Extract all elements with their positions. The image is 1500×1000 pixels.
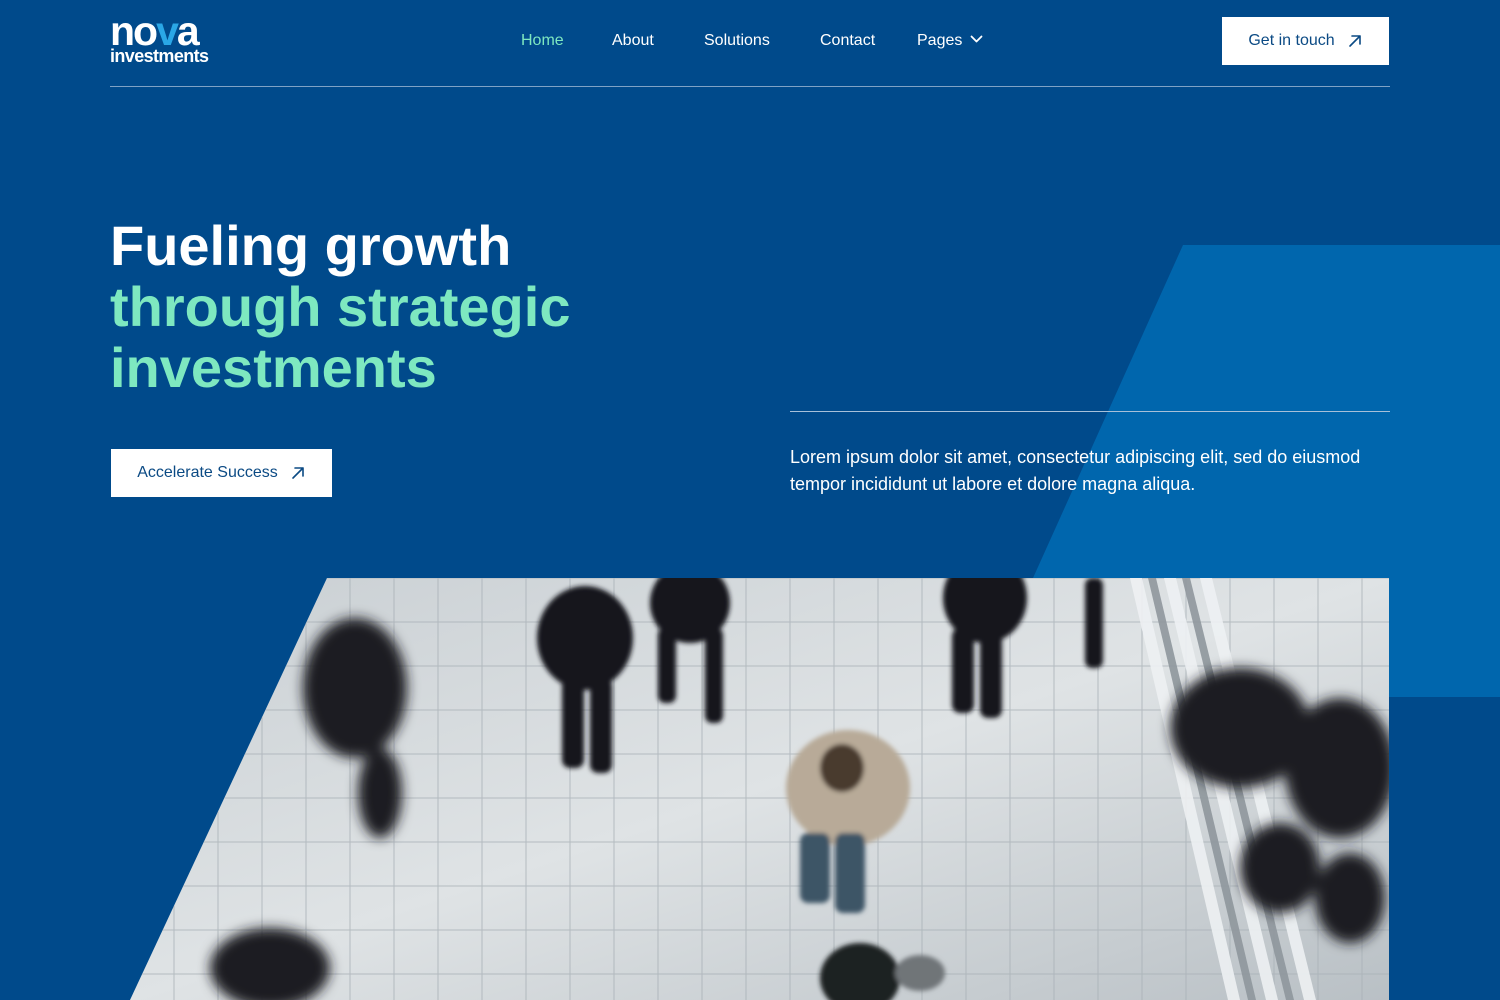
accelerate-success-label: Accelerate Success <box>137 464 278 481</box>
chevron-down-icon <box>970 35 983 43</box>
arrow-up-right-icon <box>1348 35 1361 47</box>
hero-title: Fueling growth through strategic investm… <box>110 215 570 398</box>
logo-subtitle: investments <box>110 46 209 66</box>
hero-divider <box>790 411 1390 412</box>
nav-item-home[interactable]: Home <box>521 32 564 50</box>
nav-item-contact[interactable]: Contact <box>820 32 875 50</box>
hero-title-line-3: investments <box>110 336 437 399</box>
nav-item-solutions[interactable]: Solutions <box>704 32 770 50</box>
hero-title-line-2: through strategic <box>110 275 571 338</box>
header-divider <box>110 86 1390 87</box>
arrow-up-right-icon <box>291 467 304 479</box>
hero-description: Lorem ipsum dolor sit amet, consectetur … <box>790 447 1361 494</box>
logo-wordmark: nova <box>110 8 200 54</box>
nav-item-pages[interactable]: Pages <box>917 32 983 50</box>
get-in-touch-label: Get in touch <box>1248 32 1335 49</box>
logo[interactable]: nova investments <box>110 8 209 66</box>
nav-item-about[interactable]: About <box>612 32 654 50</box>
nav-item-pages-label: Pages <box>917 32 963 49</box>
accelerate-success-button[interactable]: Accelerate Success <box>111 449 332 497</box>
get-in-touch-button[interactable]: Get in touch <box>1222 17 1389 65</box>
hero-title-line-1: Fueling growth <box>110 214 512 277</box>
hero-image <box>130 578 1389 1000</box>
